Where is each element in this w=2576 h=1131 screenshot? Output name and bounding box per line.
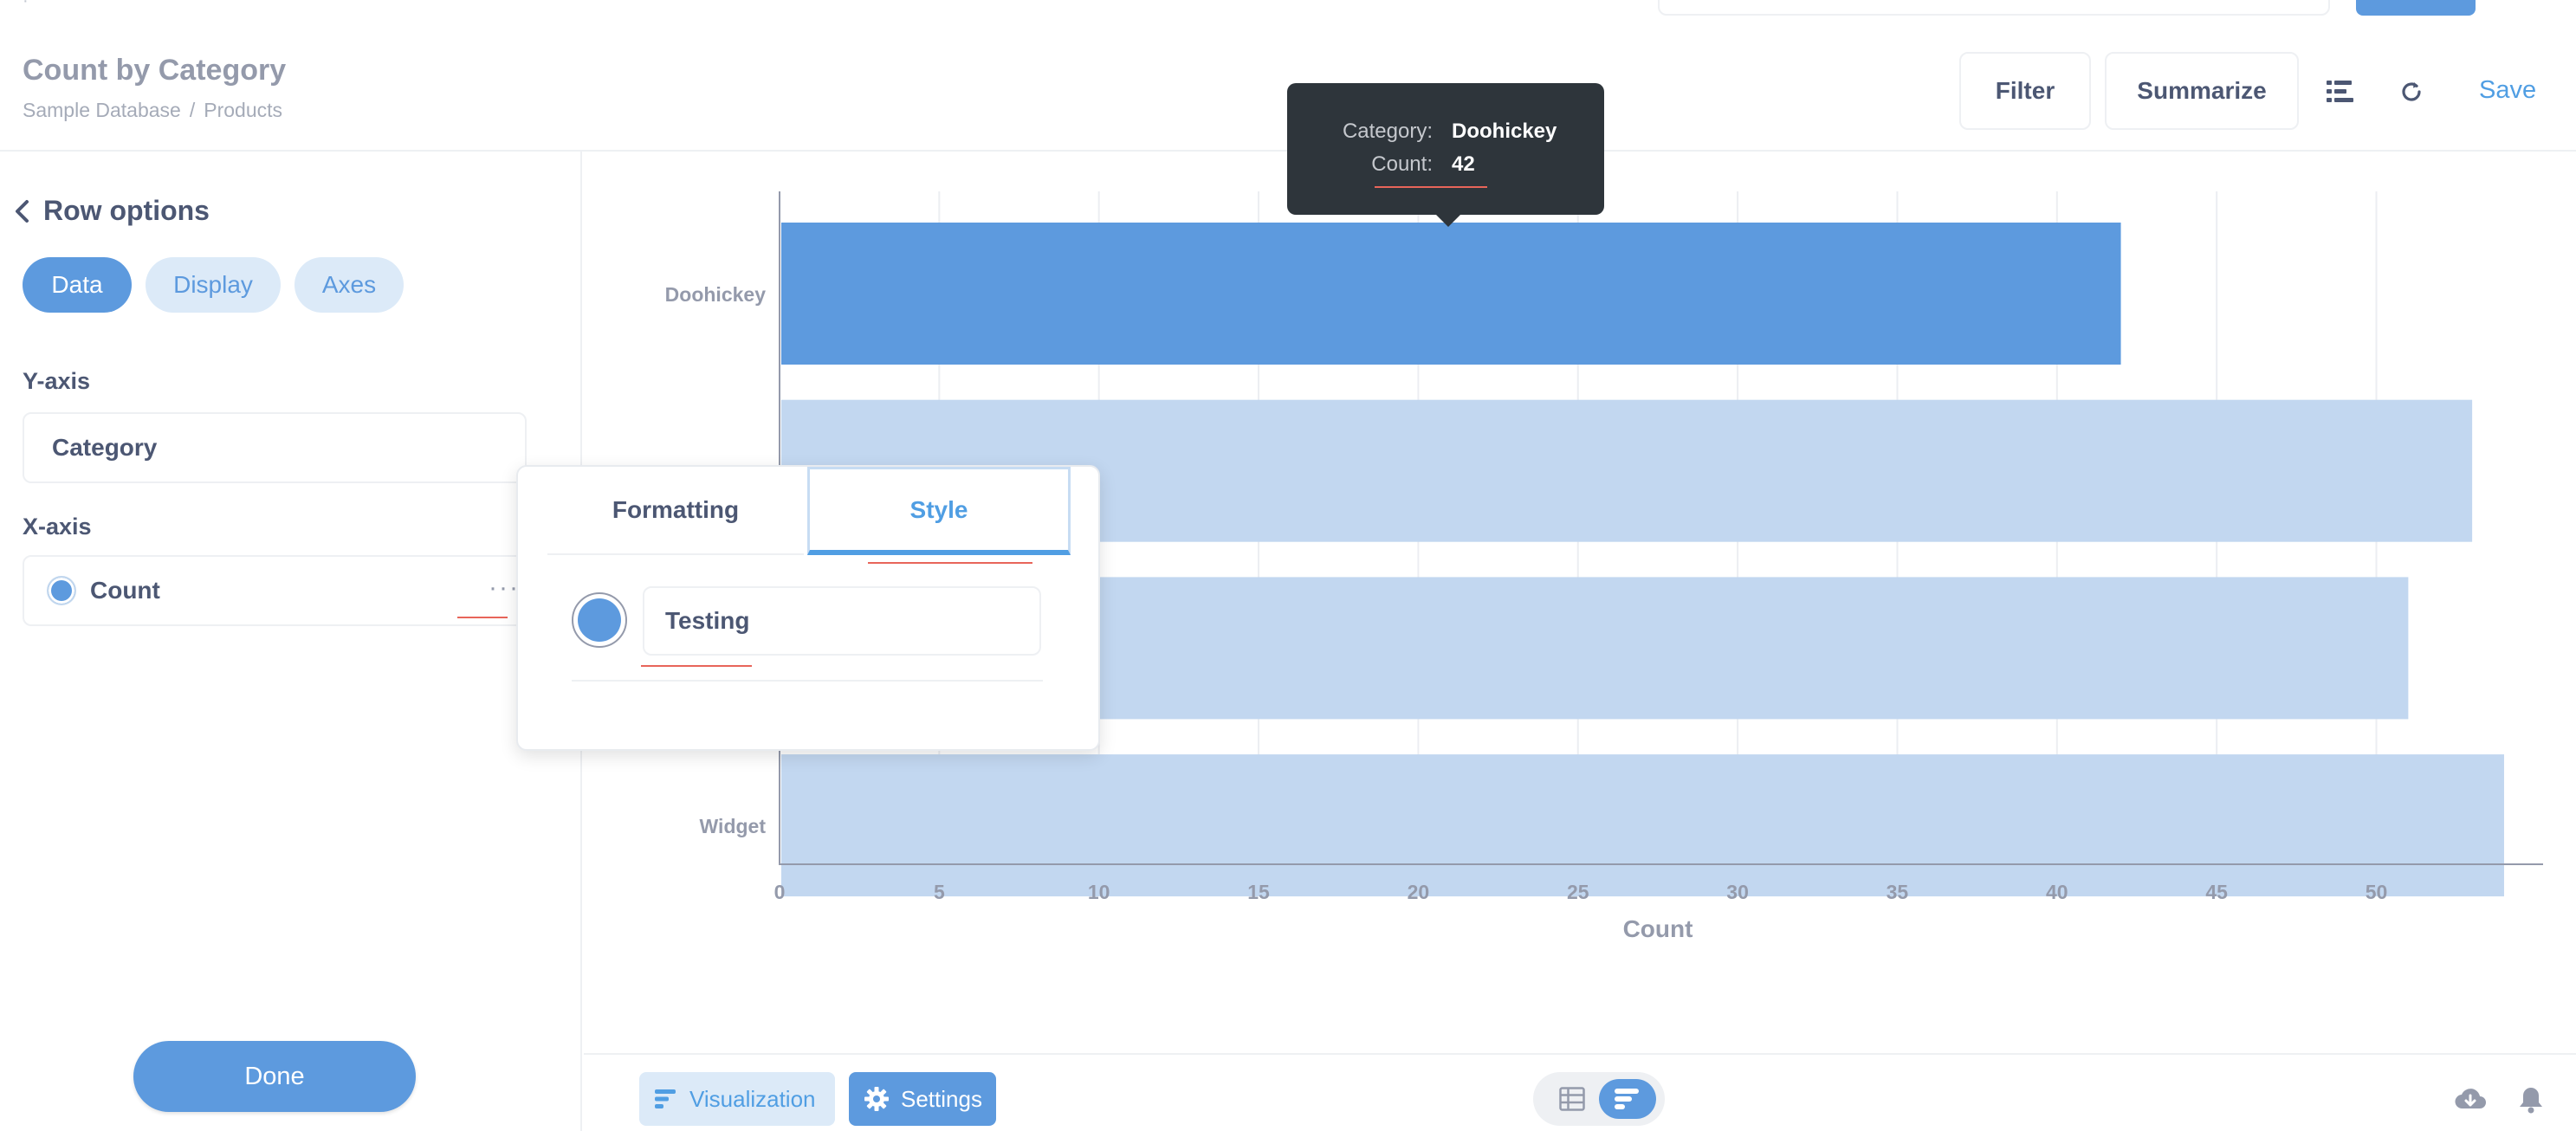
x-tick-label: 40 (2046, 881, 2068, 903)
chart-tooltip: Category: Doohickey Count: 42 (1287, 83, 1604, 227)
filter-button[interactable]: Filter (1959, 52, 2091, 130)
gear-icon (864, 1087, 889, 1111)
table-icon[interactable] (1545, 1081, 1599, 1117)
x-tick-label: 25 (1567, 881, 1589, 903)
breadcrumb: Sample Database / Products (23, 99, 282, 122)
x-tick-label: 35 (1887, 881, 1909, 903)
bar[interactable] (781, 754, 2504, 897)
y-axis-label: Y-axis (23, 368, 91, 394)
back-to-options[interactable]: Row options (12, 195, 210, 227)
x-tick-label: 30 (1726, 881, 1749, 903)
save-button[interactable]: Save (2479, 76, 2536, 105)
breadcrumb-database[interactable]: Sample Database (23, 99, 181, 121)
visualization-label: Visualization (689, 1085, 816, 1112)
list-icon[interactable] (2323, 74, 2358, 109)
tooltip-count-key: Count: (1371, 152, 1433, 176)
chart-icon[interactable] (1599, 1079, 1656, 1119)
tab-axes[interactable]: Axes (294, 257, 404, 313)
x-tick-label: 15 (1247, 881, 1270, 903)
bell-icon[interactable] (2512, 1081, 2550, 1119)
done-button[interactable]: Done (133, 1041, 416, 1112)
logo[interactable]: · (23, 0, 57, 10)
x-tick-label: 5 (934, 881, 945, 903)
x-axis-value: Count (90, 577, 160, 604)
popover-divider (572, 680, 1043, 682)
settings-sidebar: Row options Data Display Axes Y-axis Cat… (0, 152, 582, 1131)
chevron-left-icon (16, 199, 29, 223)
series-settings-popover: Formatting Style Testing (516, 465, 1100, 751)
y-tick-label: Widget (700, 815, 767, 837)
page-title[interactable]: Count by Category (23, 54, 286, 87)
series-name-input[interactable]: Testing (643, 586, 1041, 656)
view-mode-toggle (1533, 1072, 1665, 1126)
color-swatch (578, 598, 621, 642)
y-axis-value: Category (52, 434, 158, 461)
x-axis-label: X-axis (23, 514, 92, 540)
summarize-button[interactable]: Summarize (2105, 52, 2299, 130)
tooltip-row-count: Count: 42 (1287, 152, 1604, 177)
annotation-underline (641, 665, 752, 667)
y-tick-label: Doohickey (665, 283, 767, 306)
x-tick-label: 45 (2205, 881, 2228, 903)
y-axis-field[interactable]: Category (23, 412, 527, 483)
refresh-icon[interactable] (2394, 74, 2429, 109)
breadcrumb-separator: / (189, 99, 196, 121)
bar-chart-icon (655, 1089, 676, 1108)
annotation-underline (868, 562, 1032, 564)
x-axis-field[interactable]: Count ··· (23, 555, 527, 626)
footer-divider (584, 1053, 2576, 1055)
tab-style[interactable]: Style (807, 467, 1071, 555)
breadcrumb-table[interactable]: Products (204, 99, 282, 121)
tooltip-row-category: Category: Doohickey (1287, 120, 1604, 144)
color-picker-button[interactable] (572, 592, 627, 648)
settings-button[interactable]: Settings (849, 1072, 996, 1126)
more-options-icon[interactable]: ··· (489, 575, 520, 601)
tooltip-category-value: Doohickey (1452, 120, 1557, 143)
search-bar[interactable] (1658, 0, 2330, 16)
tooltip-category-key: Category: (1342, 120, 1433, 143)
x-axis-title: Count (1623, 915, 1693, 942)
x-tick-label: 10 (1088, 881, 1110, 903)
tab-formatting[interactable]: Formatting (547, 467, 804, 555)
settings-label: Settings (901, 1085, 982, 1112)
series-color-dot (47, 576, 76, 605)
sidebar-title: Row options (43, 195, 210, 226)
bar[interactable] (781, 223, 2121, 365)
new-button[interactable] (2356, 0, 2476, 16)
tab-display[interactable]: Display (146, 257, 281, 313)
annotation-underline (1375, 186, 1487, 188)
x-tick-label: 0 (774, 881, 786, 903)
tooltip-count-value: 42 (1452, 152, 1475, 176)
x-tick-label: 50 (2366, 881, 2388, 903)
x-tick-label: 20 (1408, 881, 1430, 903)
tab-data[interactable]: Data (23, 257, 132, 313)
annotation-underline (457, 617, 508, 618)
download-icon[interactable] (2451, 1081, 2489, 1119)
visualization-button[interactable]: Visualization (639, 1072, 835, 1126)
